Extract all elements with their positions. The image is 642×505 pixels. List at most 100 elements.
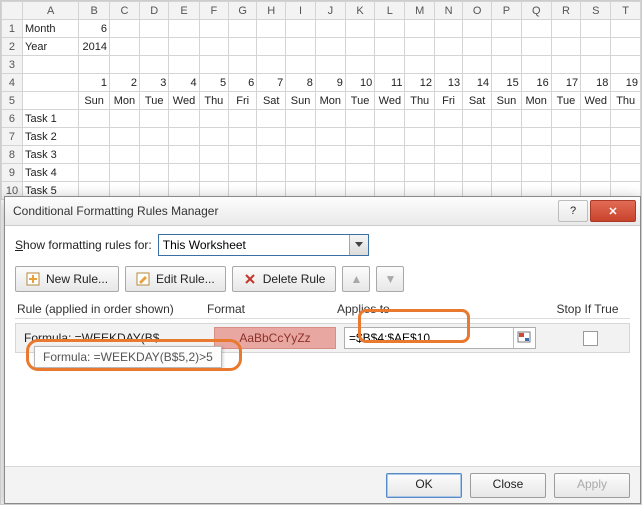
column-header[interactable]: G	[229, 2, 257, 20]
cell[interactable]	[434, 20, 462, 38]
row-header[interactable]: 4	[2, 74, 23, 92]
cell[interactable]	[611, 110, 641, 128]
cell[interactable]	[229, 128, 257, 146]
cell[interactable]	[463, 128, 492, 146]
cell[interactable]	[611, 20, 641, 38]
cell[interactable]	[434, 128, 462, 146]
cell[interactable]	[375, 164, 405, 182]
cell[interactable]	[434, 38, 462, 56]
cell[interactable]	[169, 110, 199, 128]
row-header[interactable]: 7	[2, 128, 23, 146]
cell[interactable]	[315, 110, 345, 128]
cell[interactable]: Sat	[463, 92, 492, 110]
cell[interactable]	[139, 20, 168, 38]
close-button[interactable]: Close	[470, 473, 546, 498]
cell[interactable]: Task 2	[22, 128, 78, 146]
cell[interactable]: Wed	[581, 92, 611, 110]
applies-to-input[interactable]	[345, 331, 513, 345]
cell[interactable]	[315, 128, 345, 146]
cell[interactable]	[229, 20, 257, 38]
cell[interactable]	[521, 56, 551, 74]
cell[interactable]: Sun	[492, 92, 522, 110]
cell[interactable]	[521, 164, 551, 182]
column-header[interactable]: K	[345, 2, 374, 20]
cell[interactable]	[375, 128, 405, 146]
applies-to-field[interactable]	[344, 327, 536, 349]
cell[interactable]	[581, 38, 611, 56]
cell[interactable]	[492, 128, 522, 146]
cell[interactable]	[199, 110, 228, 128]
cell[interactable]	[375, 146, 405, 164]
cell[interactable]: 6	[79, 20, 110, 38]
cell[interactable]	[109, 56, 139, 74]
column-header[interactable]: A	[22, 2, 78, 20]
cell[interactable]: 14	[463, 74, 492, 92]
spreadsheet[interactable]: ABCDEFGHIJKLMNOPQRST 1Month6 2Year2014 3…	[1, 1, 641, 200]
cell[interactable]	[169, 164, 199, 182]
cell[interactable]	[551, 146, 580, 164]
column-header[interactable]: E	[169, 2, 199, 20]
cell[interactable]	[109, 164, 139, 182]
cell[interactable]	[345, 38, 374, 56]
column-header[interactable]: F	[199, 2, 228, 20]
cell[interactable]	[611, 38, 641, 56]
move-up-button[interactable]: ▲	[342, 266, 370, 292]
cell[interactable]	[286, 38, 316, 56]
cell[interactable]	[109, 20, 139, 38]
cell[interactable]	[492, 146, 522, 164]
move-down-button[interactable]: ▼	[376, 266, 404, 292]
cell[interactable]	[22, 74, 78, 92]
column-header[interactable]: T	[611, 2, 641, 20]
window-close-button[interactable]: ✕	[590, 200, 636, 222]
cell[interactable]	[611, 164, 641, 182]
cell[interactable]	[199, 164, 228, 182]
cell[interactable]	[345, 56, 374, 74]
column-header[interactable]: C	[109, 2, 139, 20]
cell[interactable]	[79, 128, 110, 146]
cell[interactable]: Tue	[551, 92, 580, 110]
cell[interactable]	[229, 110, 257, 128]
column-header[interactable]: D	[139, 2, 168, 20]
cell[interactable]	[581, 56, 611, 74]
cell[interactable]	[581, 146, 611, 164]
cell[interactable]: Fri	[229, 92, 257, 110]
cell[interactable]	[229, 38, 257, 56]
cell[interactable]	[345, 20, 374, 38]
cell[interactable]: 11	[375, 74, 405, 92]
cell[interactable]	[286, 110, 316, 128]
cell[interactable]	[199, 146, 228, 164]
column-header[interactable]: Q	[521, 2, 551, 20]
new-rule-button[interactable]: New Rule...	[15, 266, 119, 292]
cell[interactable]	[199, 128, 228, 146]
cell[interactable]	[611, 146, 641, 164]
cell[interactable]: Tue	[139, 92, 168, 110]
cell[interactable]	[492, 38, 522, 56]
cell[interactable]	[199, 20, 228, 38]
range-picker-icon[interactable]	[513, 328, 534, 348]
dialog-titlebar[interactable]: Conditional Formatting Rules Manager ? ✕	[5, 197, 640, 226]
cell[interactable]	[109, 38, 139, 56]
cell[interactable]: Task 1	[22, 110, 78, 128]
cell[interactable]: Mon	[521, 92, 551, 110]
cell[interactable]	[22, 56, 78, 74]
column-header[interactable]: L	[375, 2, 405, 20]
column-header[interactable]: P	[492, 2, 522, 20]
column-header[interactable]: O	[463, 2, 492, 20]
cell[interactable]	[315, 56, 345, 74]
cell[interactable]	[169, 128, 199, 146]
cell[interactable]	[139, 146, 168, 164]
cell[interactable]	[434, 164, 462, 182]
cell[interactable]: Thu	[405, 92, 434, 110]
cell[interactable]	[492, 56, 522, 74]
cell[interactable]: Task 4	[22, 164, 78, 182]
cell[interactable]: Year	[22, 38, 78, 56]
cell[interactable]: 12	[405, 74, 434, 92]
cell[interactable]	[375, 56, 405, 74]
cell[interactable]	[521, 20, 551, 38]
column-header[interactable]: H	[257, 2, 286, 20]
cell[interactable]	[257, 146, 286, 164]
cell[interactable]	[375, 110, 405, 128]
chevron-down-icon[interactable]	[349, 235, 368, 255]
cell[interactable]	[551, 56, 580, 74]
cell[interactable]	[375, 38, 405, 56]
